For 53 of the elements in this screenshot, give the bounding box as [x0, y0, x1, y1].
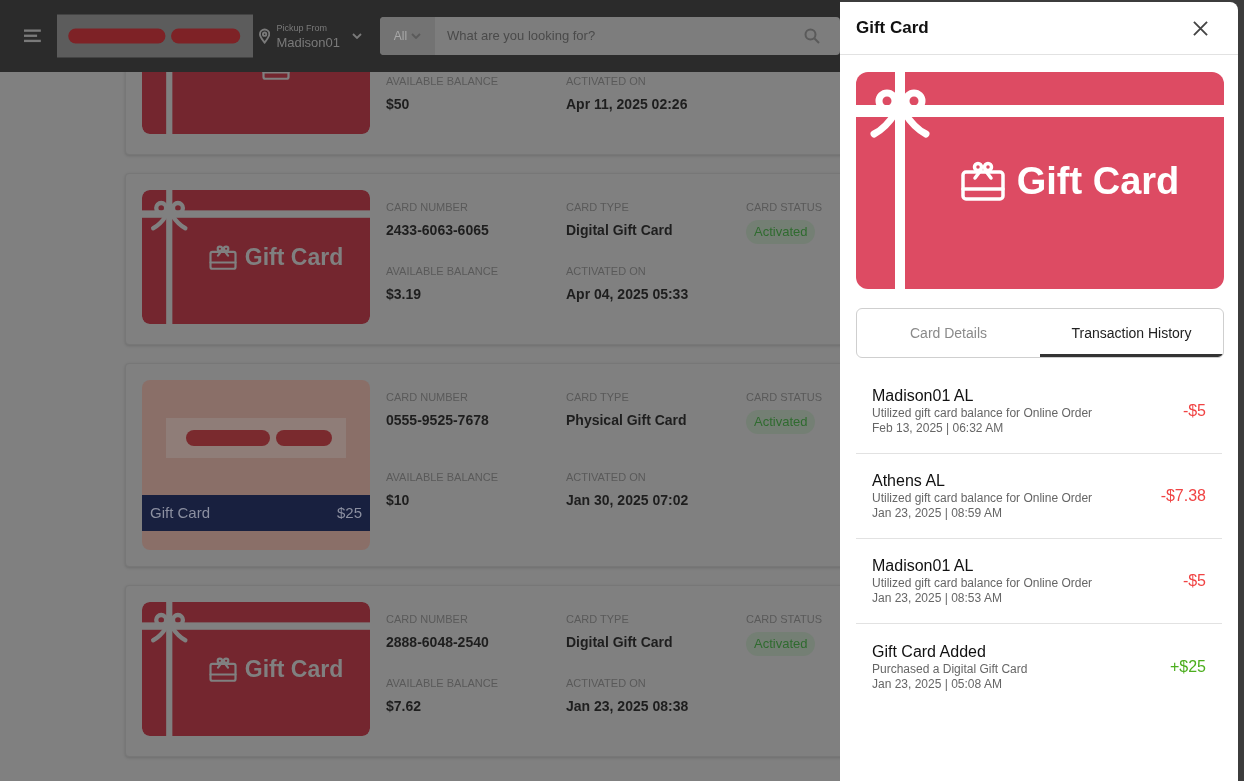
field-value: Physical Gift Card [566, 411, 688, 430]
transaction-date: Jan 23, 2025 | 08:59 AM [872, 506, 1003, 521]
transaction-description: Utilized gift card balance for Online Order [872, 576, 1093, 591]
pickup-label: Pickup From [276, 23, 327, 33]
pickup-store: Madison01 [276, 35, 340, 49]
field-value: $10 [386, 491, 411, 510]
field-value: Jan 30, 2025 07:02 [566, 491, 690, 510]
logo-drawing[interactable] [56, 13, 254, 59]
transaction-date: Jan 23, 2025 | 05:08 AM [872, 676, 1003, 692]
drawer-title: Gift Card [856, 17, 929, 40]
card-value: $25 [336, 502, 362, 523]
gift-card-label: Gift Card [1016, 161, 1180, 200]
gift-card-label: Gift Card [244, 657, 344, 681]
field-value: Jan 23, 2025 08:38 [566, 697, 690, 716]
close-icon[interactable] [1193, 20, 1208, 36]
gift-icon [208, 244, 237, 270]
field-value: Apr 11, 2025 02:26 [566, 95, 689, 114]
status-badge: Activated [746, 632, 816, 656]
menu-icon[interactable] [24, 29, 41, 43]
transaction-amount: -$7.38 [1160, 486, 1206, 506]
chevron-down-icon [411, 33, 422, 39]
location-pin-icon [259, 28, 271, 44]
field-value: $3.19 [386, 285, 423, 304]
gift-icon [960, 160, 1005, 201]
gift-card-label: Gift Card [244, 245, 344, 269]
field-value: 0555-9525-7678 [386, 411, 490, 430]
transaction-title: Athens AL [872, 471, 946, 491]
transaction-date: Jan 23, 2025 | 08:53 AM [872, 591, 1003, 606]
pickup-store-selector[interactable]: Pickup From Madison01 [276, 23, 362, 49]
transaction-amount: -$5 [1182, 571, 1206, 591]
transaction-date: Feb 13, 2025 | 06:32 AM [872, 421, 1005, 436]
transaction-title: Madison01 AL [872, 386, 975, 406]
field-value: $7.62 [386, 697, 423, 716]
field-value: Apr 04, 2025 05:33 [566, 285, 690, 304]
transaction-amount: -$5 [1182, 401, 1206, 421]
transaction-title: Madison01 AL [872, 556, 975, 576]
status-badge: Activated [746, 220, 816, 244]
status-badge: Activated [746, 410, 816, 434]
field-value: $50 [386, 95, 411, 114]
transaction-description: Utilized gift card balance for Online Order [872, 406, 1093, 421]
field-value: 2433-6063-6065 [386, 221, 490, 240]
transaction-amount: +$25 [1169, 656, 1206, 677]
field-value: Digital Gift Card [566, 633, 674, 652]
transaction-title: Gift Card Added [872, 641, 987, 662]
tab[interactable]: Card Details [857, 309, 1040, 357]
gift-card-label: Gift Card [150, 502, 210, 523]
chevron-down-icon [352, 33, 362, 39]
tab[interactable]: Transaction History [1040, 309, 1223, 357]
transaction-description: Purchased a Digital Gift Card [872, 661, 1028, 677]
gift-icon [208, 656, 237, 682]
field-value: 2888-6048-2540 [386, 633, 490, 652]
field-value: Digital Gift Card [566, 221, 674, 240]
transaction-description: Utilized gift card balance for Online Order [872, 491, 1093, 506]
